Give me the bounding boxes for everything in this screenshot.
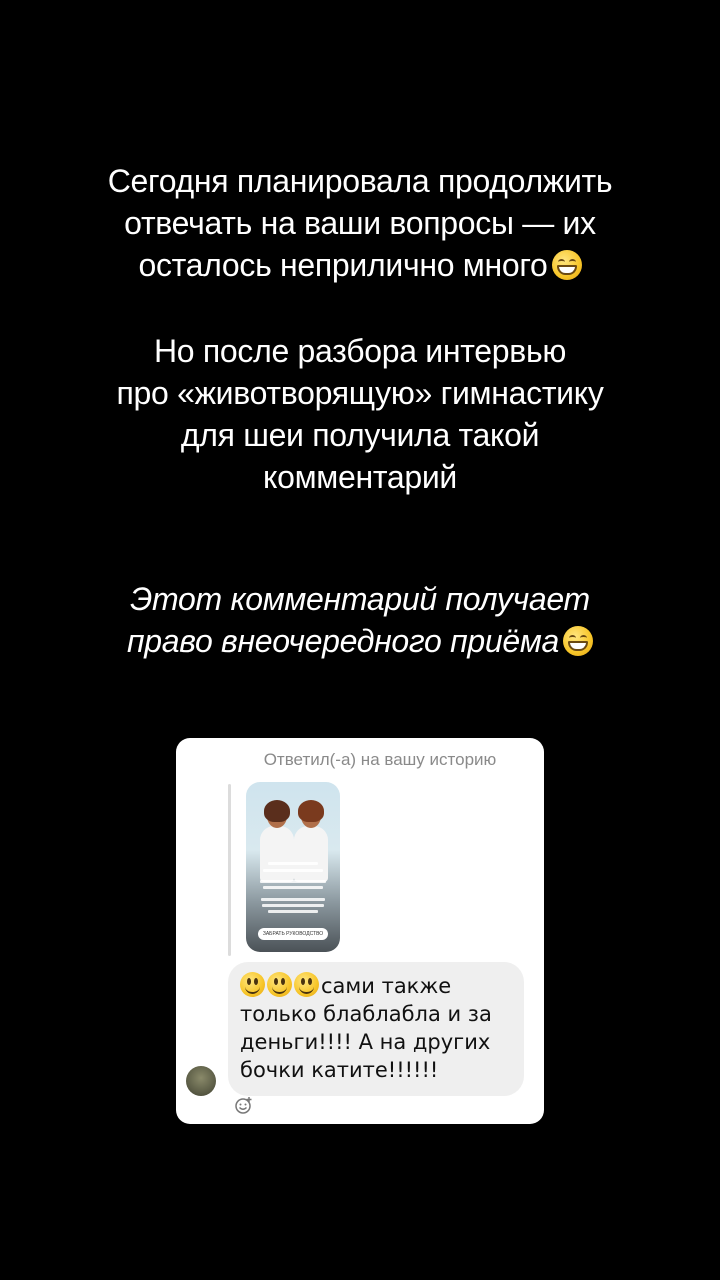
reply-quote-bar <box>228 784 231 956</box>
story-paragraph-2: Но после разбора интервью про «животворя… <box>40 330 680 498</box>
message-line: деньги!!!! А на других <box>240 1030 491 1054</box>
story-line: Но после разбора интервью <box>153 333 567 369</box>
grinning-face-emoji-icon <box>563 626 594 656</box>
thumbnail-text-line <box>268 862 318 865</box>
thumbnail-cta-button: ЗАБРАТЬ РУКОВОДСТВО <box>258 928 328 940</box>
story-line: для шеи получила такой <box>180 417 540 453</box>
message-line: сами также <box>240 972 520 1000</box>
message-line: бочки катите!!!!!! <box>240 1058 439 1082</box>
reply-caption: Ответил(-а) на вашу историю <box>263 750 497 769</box>
slightly-smiling-face-icon <box>240 972 265 997</box>
story-line: Сегодня планировала продолжить <box>107 163 613 199</box>
slightly-smiling-face-icon <box>267 972 292 997</box>
story-line: право внеочередного приёма <box>40 620 680 662</box>
thumbnail-text-line <box>261 898 325 901</box>
dm-reply-card: Ответил(-а) на вашу историю ЗАБРАТЬ РУКО… <box>176 738 544 1124</box>
story-paragraph-1: Сегодня планировала продолжить отвечать … <box>40 160 680 286</box>
thumbnail-text-line <box>263 869 323 872</box>
story-line: Этот комментарий получает <box>130 581 590 617</box>
thumbnail-text-line <box>260 880 326 883</box>
story-line: отвечать на ваши вопросы — их <box>124 205 596 241</box>
story-thumbnail[interactable]: ЗАБРАТЬ РУКОВОДСТВО <box>246 782 340 952</box>
sender-avatar[interactable] <box>186 1066 216 1096</box>
story-paragraph-3: Этот комментарий получает право внеочере… <box>40 578 680 662</box>
message-line: только блаблабла и за <box>240 1002 492 1026</box>
story-line: осталось неприлично много <box>40 244 680 286</box>
grinning-face-emoji-icon <box>551 250 582 280</box>
message-text: сами также только блаблабла и за деньги!… <box>240 972 520 1084</box>
thumbnail-text-line <box>268 910 318 913</box>
story-line: комментарий <box>263 459 457 495</box>
thumbnail-text-line <box>262 904 324 907</box>
message-bubble[interactable]: сами также только блаблабла и за деньги!… <box>228 962 524 1096</box>
slightly-smiling-face-icon <box>294 972 319 997</box>
add-reaction-icon[interactable] <box>234 1095 254 1115</box>
thumbnail-text-line <box>263 886 323 889</box>
story-line: про «животворящую» гимнастику <box>116 375 604 411</box>
